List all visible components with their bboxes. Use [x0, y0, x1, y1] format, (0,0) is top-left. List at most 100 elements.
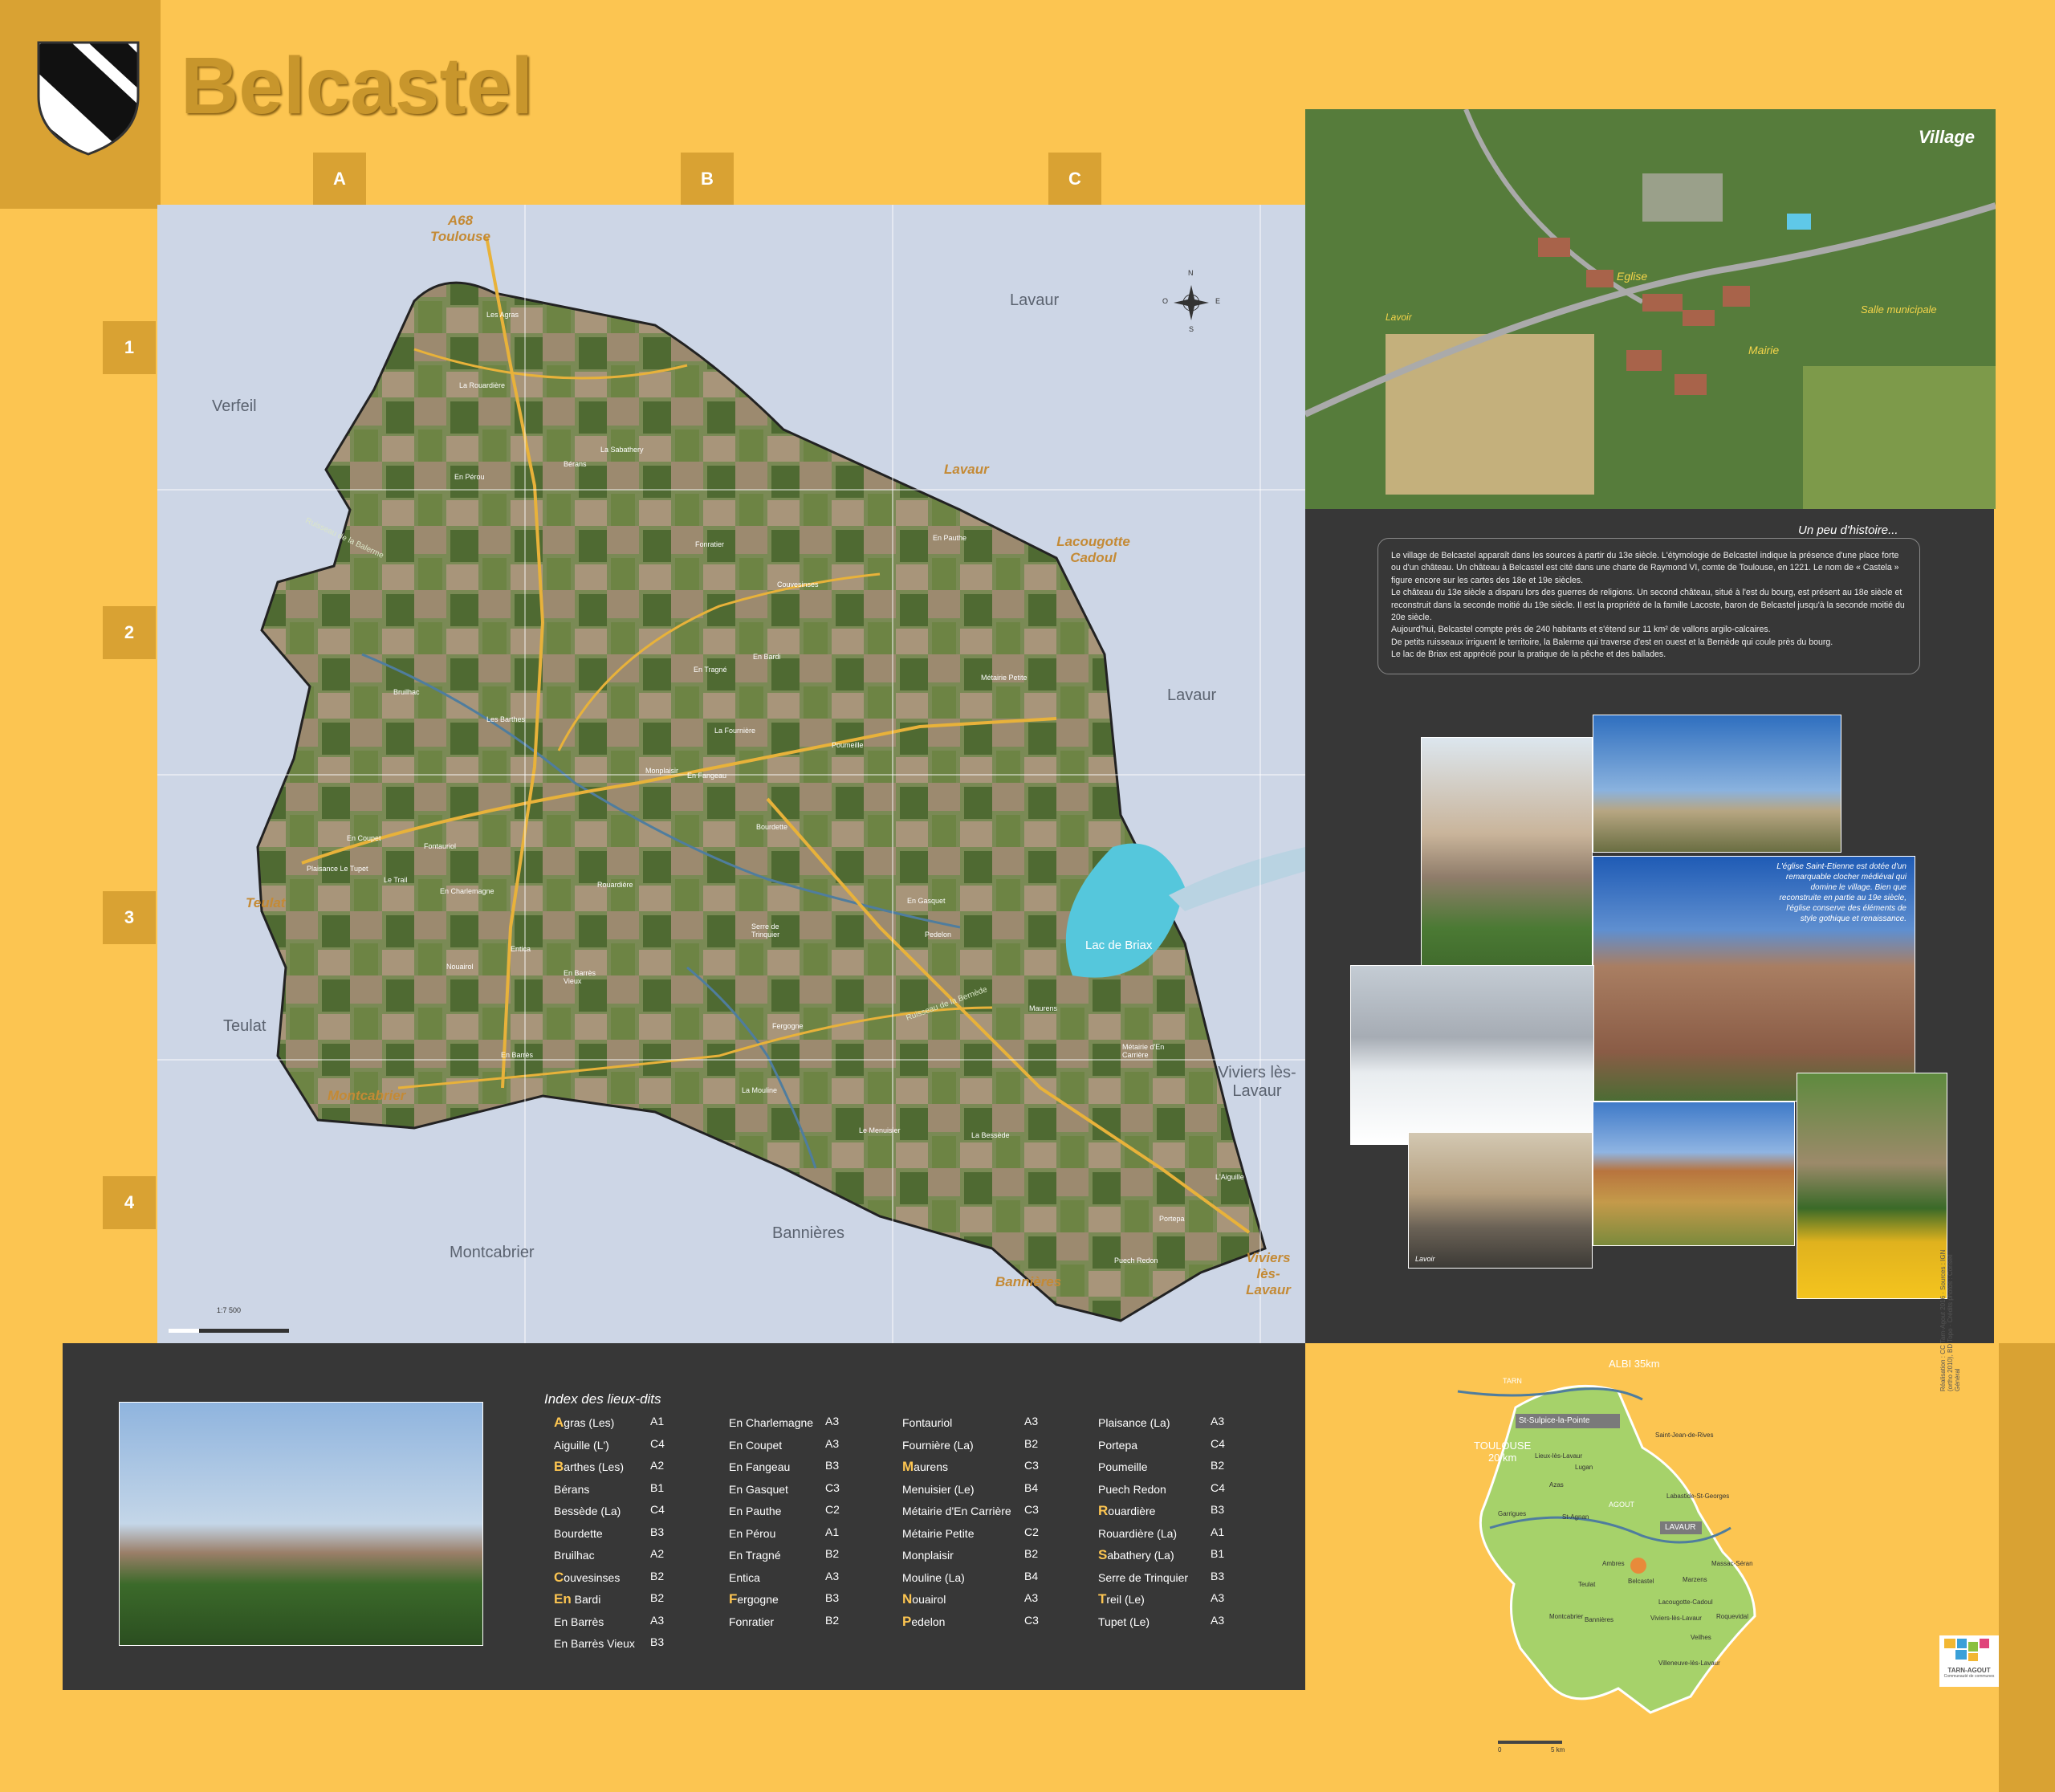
place-label: En Tragné — [694, 666, 727, 674]
place-label: L'Aiguille — [1215, 1173, 1244, 1181]
town-lavaur-north: Lavaur — [1010, 291, 1060, 309]
index-row: En Charlemagne A3 — [729, 1415, 840, 1429]
index-row: Barthes (Les) A2 — [554, 1459, 665, 1474]
index-row: En Bardi B2 — [554, 1591, 665, 1607]
index-row: Tupet (Le) A3 — [1098, 1613, 1225, 1628]
place-label: Le Menuisier — [859, 1126, 901, 1134]
index-row: En Pauthe C2 — [729, 1503, 840, 1517]
place-label: Métairie d'En Carrière — [1122, 1043, 1165, 1059]
index-row: En Tragné B2 — [729, 1547, 840, 1562]
village-photo-title: Village — [1918, 127, 1975, 147]
commune-label: Saint-Jean-de-Rives — [1655, 1432, 1714, 1439]
history-paragraph: Le village de Belcastel apparaît dans le… — [1391, 551, 1899, 585]
place-label: Fergogne — [772, 1022, 804, 1030]
locator-st-sulpice: St-Sulpice-la-Pointe — [1519, 1416, 1590, 1425]
index-row: Bourdette B3 — [554, 1525, 665, 1540]
history-paragraph: Aujourd'hui, Belcastel compte près de 24… — [1391, 625, 1771, 635]
place-label: Serre de Trinquier — [751, 922, 780, 939]
label-salle: Salle municipale — [1861, 303, 1937, 316]
place-label: Nouairol — [446, 963, 474, 971]
town-bannieres: Bannières — [772, 1224, 845, 1242]
locator-agout: AGOUT — [1609, 1501, 1635, 1509]
commune-label: Azas — [1549, 1481, 1564, 1489]
index-row: En Gasquet C3 — [729, 1480, 840, 1496]
commune-label: Lugan — [1575, 1464, 1593, 1471]
dest-a68: A68 Toulouse — [430, 213, 490, 244]
index-row: Treil (Le) A3 — [1098, 1591, 1225, 1607]
index-row: Pedelon C3 — [902, 1613, 1039, 1629]
place-label: Monplaisir — [645, 767, 679, 775]
label-mairie: Mairie — [1748, 344, 1780, 356]
index-column-2: En Charlemagne A3 En Coupet A3 En Fangeau B… — [729, 1415, 857, 1635]
index-title: Index des lieux-dits — [544, 1391, 661, 1407]
place-label: Poumeille — [832, 741, 864, 749]
photo-trees — [1593, 1102, 1795, 1246]
grid-row-2: 2 — [103, 606, 156, 659]
commune-label: Montcabrier — [1549, 1613, 1584, 1620]
commune-label: Lieux-lès-Lavaur — [1535, 1452, 1583, 1460]
locator-scale-5: 5 km — [1551, 1746, 1565, 1753]
dest-teulat: Teulat — [246, 895, 286, 910]
commune-map[interactable]: Verfeil Lavaur Lavaur Teulat Montcabrier… — [157, 205, 1305, 1343]
grid-col-a: A — [313, 153, 366, 206]
compass-s: S — [1189, 325, 1194, 333]
index-row: Aiguille (L') C4 — [554, 1436, 665, 1452]
photo-fields — [1593, 715, 1841, 853]
photo-lavoir: Lavoir — [1408, 1132, 1593, 1269]
index-row: Couvesinses B2 — [554, 1569, 665, 1585]
index-row: Métairie d'En Carrière C3 — [902, 1503, 1039, 1517]
dest-viviers: Viviers lès-Lavaur — [1246, 1250, 1291, 1297]
place-label: Portepa — [1159, 1215, 1185, 1223]
index-row: Métairie Petite C2 — [902, 1525, 1039, 1540]
compass-o: O — [1162, 297, 1169, 305]
place-label: La Sabathery — [600, 446, 644, 454]
locator-toulouse: TOULOUSE 20 km — [1474, 1440, 1532, 1464]
history-paragraph: Le château du 13e siècle a disparu lors … — [1391, 588, 1905, 623]
place-label: En Gasquet — [907, 897, 946, 905]
history-paragraph: De petits ruisseaux irriguent le territo… — [1391, 637, 1833, 647]
compass-e: E — [1215, 297, 1221, 305]
place-label: Le Trail — [384, 876, 408, 884]
grid-row-1: 1 — [103, 321, 156, 374]
index-row: Entica A3 — [729, 1569, 840, 1584]
crest-panel — [0, 0, 161, 209]
commune-label: Labastide-St-Georges — [1666, 1493, 1730, 1500]
place-label: Maurens — [1029, 1004, 1058, 1012]
index-row: Sabathery (La) B1 — [1098, 1547, 1225, 1562]
right-strip — [1999, 1343, 2055, 1792]
dest-lacougotte: Lacougotte Cadoul — [1056, 534, 1130, 565]
town-teulat: Teulat — [223, 1017, 267, 1035]
place-label: Pedelon — [925, 931, 952, 939]
place-label: La Bessède — [971, 1131, 1010, 1139]
place-label: En Bardi — [753, 653, 781, 661]
history-text: Le village de Belcastel apparaît dans le… — [1377, 538, 1920, 674]
place-label: En Barrès Vieux — [564, 969, 596, 985]
index-row: En Fangeau B3 — [729, 1459, 840, 1473]
town-verfeil: Verfeil — [212, 397, 257, 415]
index-row: En Pérou A1 — [729, 1525, 840, 1540]
commune-label: Bannières — [1585, 1616, 1614, 1623]
commune-label: Viviers-lès-Lavaur — [1650, 1615, 1702, 1622]
place-label: Bérans — [564, 460, 587, 468]
locator-scale-0: 0 — [1498, 1746, 1502, 1753]
place-label: En Pauthe — [933, 534, 967, 542]
grid-col-c: C — [1048, 153, 1101, 206]
commune-label: Belcastel — [1628, 1578, 1654, 1585]
lake-briax-label: Lac de Briax — [1085, 939, 1153, 952]
commune-label: Villeneuve-lès-Lavaur — [1658, 1660, 1720, 1667]
place-label: En Charlemagne — [440, 887, 494, 895]
map-drawing — [157, 205, 1305, 1343]
place-label: En Pérou — [454, 473, 485, 481]
commune-label: Veilhes — [1691, 1634, 1711, 1641]
town-lavaur-east: Lavaur — [1167, 686, 1217, 704]
tarn-agout-logo: TARN-AGOUT Communauté de communes — [1939, 1635, 1999, 1687]
index-column-3: Fontauriol A3 Fournière (La) B2 Maurens C3 … — [902, 1415, 1056, 1635]
grid-row-4: 4 — [103, 1176, 156, 1229]
place-label: Bourdette — [756, 823, 788, 831]
place-label: En Barrès — [501, 1051, 534, 1059]
place-label: En Coupet — [347, 834, 381, 842]
label-lavoir: Lavoir — [1386, 312, 1412, 323]
index-row: Maurens C3 — [902, 1459, 1039, 1474]
index-row: Monplaisir B2 — [902, 1547, 1039, 1562]
index-row: Agras (Les) A1 — [554, 1415, 665, 1430]
